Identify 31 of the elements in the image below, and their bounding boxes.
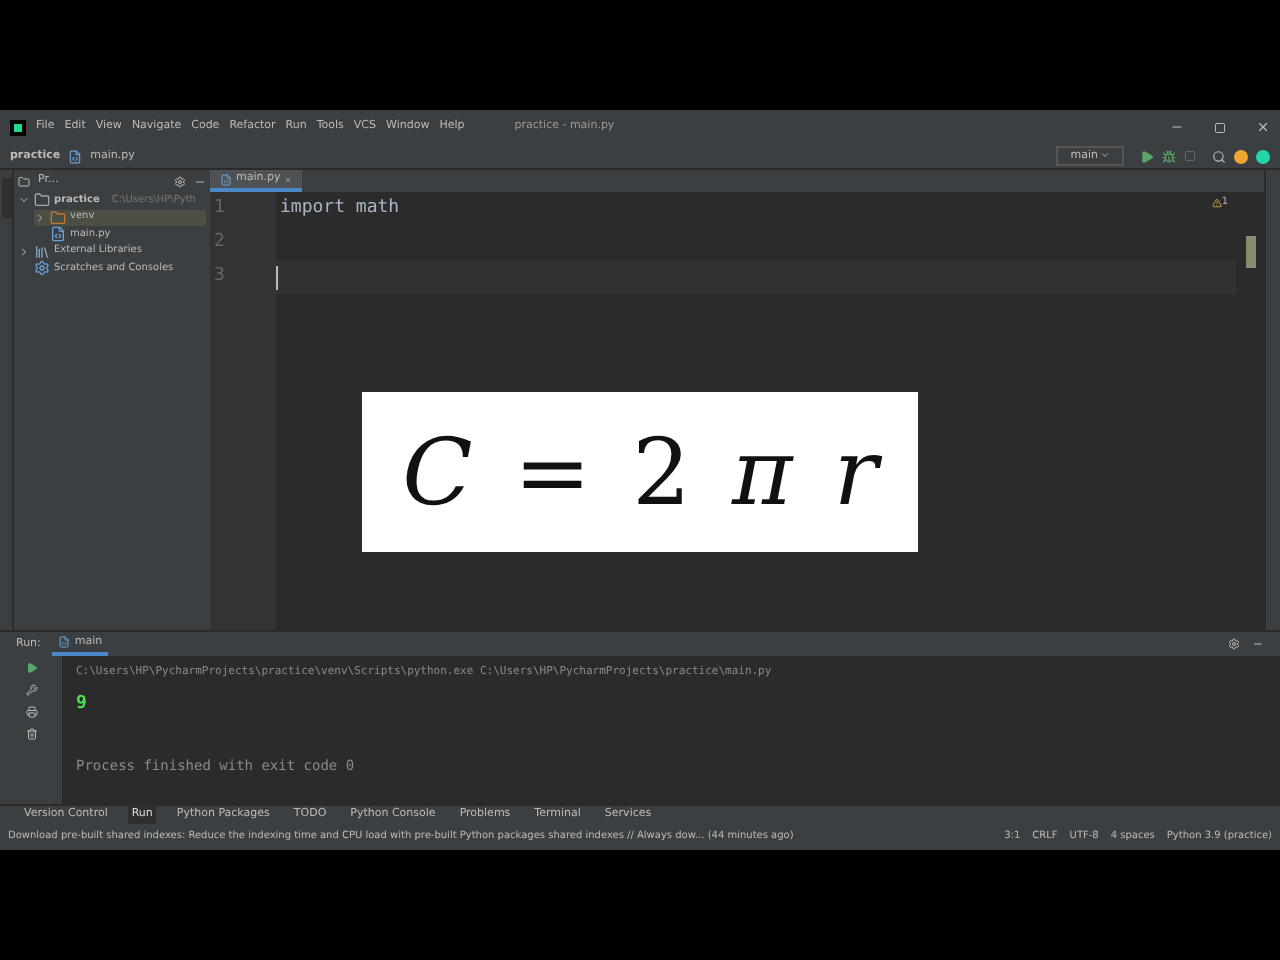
run-icon[interactable]	[1140, 149, 1154, 163]
chevron-right-icon[interactable]	[34, 211, 46, 224]
settings-icon[interactable]	[174, 175, 186, 187]
bug-icon[interactable]	[1162, 149, 1176, 163]
python-file-icon	[50, 226, 66, 243]
close-icon[interactable]	[1256, 120, 1270, 134]
formula: C = 2 π r	[402, 426, 878, 518]
chevron-down-icon[interactable]	[18, 194, 30, 207]
library-icon	[34, 243, 50, 260]
search-icon[interactable]	[1212, 149, 1226, 163]
print-icon[interactable]	[25, 706, 37, 718]
python-file-icon	[220, 173, 232, 185]
scrollbar-thumb[interactable]	[1245, 235, 1255, 267]
run-icon[interactable]	[25, 662, 37, 674]
python-file-icon	[68, 149, 83, 163]
code-line: import math	[280, 196, 400, 222]
hide-icon[interactable]	[1252, 638, 1264, 650]
scratch-icon	[34, 260, 50, 277]
app-logo-icon	[10, 119, 26, 135]
minimize-icon[interactable]	[1170, 120, 1184, 134]
chevron-right-icon[interactable]	[18, 245, 30, 258]
maximize-icon[interactable]	[1214, 121, 1226, 133]
caret-icon	[1100, 149, 1110, 160]
text-cursor	[276, 265, 278, 289]
console-line: 9	[76, 692, 89, 719]
python-file-icon	[58, 636, 71, 648]
hide-icon[interactable]	[194, 175, 206, 187]
wrench-icon[interactable]	[25, 684, 37, 696]
settings-icon[interactable]	[1228, 638, 1240, 650]
folder-icon	[18, 175, 30, 187]
trash-icon[interactable]	[25, 728, 37, 740]
